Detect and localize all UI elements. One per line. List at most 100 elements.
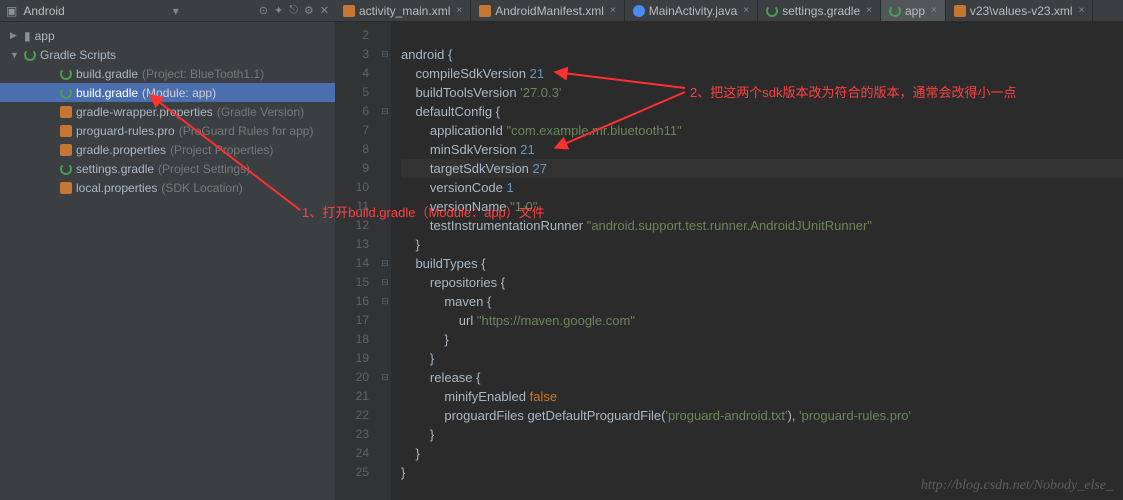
- tab-label: v23\values-v23.xml: [970, 4, 1073, 18]
- code-line[interactable]: applicationId "com.example.mr.bluetooth1…: [401, 121, 1123, 140]
- line-number: 24: [335, 444, 369, 463]
- fold-toggle[interactable]: ⊟: [379, 273, 391, 292]
- close-icon[interactable]: ×: [866, 5, 872, 16]
- close-icon[interactable]: ×: [610, 5, 616, 16]
- expand-arrow-icon[interactable]: ▼: [10, 50, 20, 60]
- code-line[interactable]: proguardFiles getDefaultProguardFile('pr…: [401, 406, 1123, 425]
- dropdown-icon[interactable]: ▾: [173, 4, 179, 18]
- folder-icon: ▮: [24, 29, 31, 43]
- close-icon[interactable]: ×: [456, 5, 462, 16]
- code-line[interactable]: android {: [401, 45, 1123, 64]
- prop-icon: [60, 182, 72, 194]
- fold-toggle: [379, 216, 391, 235]
- tab-label: app: [905, 4, 925, 18]
- tree-label: local.properties: [76, 181, 157, 195]
- close-icon[interactable]: ×: [743, 5, 749, 16]
- fold-toggle[interactable]: ⊟: [379, 45, 391, 64]
- code-line[interactable]: minifyEnabled false: [401, 387, 1123, 406]
- code-line[interactable]: versionCode 1: [401, 178, 1123, 197]
- editor-tab-4[interactable]: app ×: [881, 0, 946, 21]
- code-line[interactable]: maven {: [401, 292, 1123, 311]
- code-line[interactable]: }: [401, 425, 1123, 444]
- editor-tab-2[interactable]: MainActivity.java×: [625, 0, 758, 21]
- java-icon: [633, 5, 645, 17]
- line-number: 18: [335, 330, 369, 349]
- line-number: 13: [335, 235, 369, 254]
- code-line[interactable]: }: [401, 235, 1123, 254]
- fold-toggle: [379, 121, 391, 140]
- gradle-icon: [24, 49, 36, 61]
- editor-tab-5[interactable]: v23\values-v23.xml ×: [946, 0, 1094, 21]
- tree-item-1[interactable]: ▼Gradle Scripts: [0, 45, 335, 64]
- fold-toggle: [379, 178, 391, 197]
- line-number: 12: [335, 216, 369, 235]
- watermark: http://blog.csdn.net/Nobody_else_: [921, 478, 1113, 494]
- tree-item-4[interactable]: gradle-wrapper.properties (Gradle Versio…: [0, 102, 335, 121]
- editor-tab-0[interactable]: activity_main.xml×: [335, 0, 471, 21]
- tree-item-8[interactable]: local.properties (SDK Location): [0, 178, 335, 197]
- tree-label-dim: (SDK Location): [161, 181, 242, 195]
- code-line[interactable]: buildTypes {: [401, 254, 1123, 273]
- code-line[interactable]: [401, 26, 1123, 45]
- close-icon[interactable]: ×: [1079, 5, 1085, 16]
- gradle-icon: [60, 163, 72, 175]
- fold-toggle: [379, 349, 391, 368]
- code-area[interactable]: android { compileSdkVersion 21 buildTool…: [391, 22, 1123, 500]
- tab-label: AndroidManifest.xml: [495, 4, 604, 18]
- tool-action-2[interactable]: ✦: [274, 4, 283, 17]
- code-line[interactable]: defaultConfig {: [401, 102, 1123, 121]
- fold-toggle: [379, 330, 391, 349]
- code-line[interactable]: repositories {: [401, 273, 1123, 292]
- expand-arrow-icon[interactable]: ▶: [10, 30, 20, 41]
- line-number: 23: [335, 425, 369, 444]
- code-line[interactable]: release {: [401, 368, 1123, 387]
- tree-label: build.gradle: [76, 67, 138, 81]
- line-number: 19: [335, 349, 369, 368]
- gradle-icon: [60, 68, 72, 80]
- editor-tab-3[interactable]: settings.gradle×: [758, 0, 881, 21]
- code-line[interactable]: }: [401, 444, 1123, 463]
- line-number: 4: [335, 64, 369, 83]
- code-line[interactable]: buildToolsVersion '27.0.3': [401, 83, 1123, 102]
- code-line[interactable]: }: [401, 349, 1123, 368]
- code-editor[interactable]: 2345678910111213141516171819202122232425…: [335, 22, 1123, 500]
- line-number: 16: [335, 292, 369, 311]
- prop-icon: [60, 106, 72, 118]
- code-line[interactable]: testInstrumentationRunner "android.suppo…: [401, 216, 1123, 235]
- tree-label-dim: (Project: BlueTooth1.1): [142, 67, 264, 81]
- fold-toggle: [379, 26, 391, 45]
- code-line[interactable]: targetSdkVersion 27: [401, 159, 1123, 178]
- tool-window-actions: ⊙ ✦ ⎋ ⚙ ✕: [259, 4, 329, 17]
- tool-window-header[interactable]: ▣ Android ▾ ⊙ ✦ ⎋ ⚙ ✕: [0, 0, 335, 21]
- line-number: 8: [335, 140, 369, 159]
- tree-item-7[interactable]: settings.gradle (Project Settings): [0, 159, 335, 178]
- code-line[interactable]: minSdkVersion 21: [401, 140, 1123, 159]
- line-number: 22: [335, 406, 369, 425]
- tool-action-4[interactable]: ⚙: [304, 4, 314, 17]
- fold-toggle[interactable]: ⊟: [379, 254, 391, 273]
- fold-toggle: [379, 64, 391, 83]
- editor-tab-1[interactable]: AndroidManifest.xml ×: [471, 0, 625, 21]
- tree-item-6[interactable]: gradle.properties (Project Properties): [0, 140, 335, 159]
- tree-item-0[interactable]: ▶▮app: [0, 26, 335, 45]
- line-number: 9: [335, 159, 369, 178]
- code-line[interactable]: url "https://maven.google.com": [401, 311, 1123, 330]
- tool-action-hide[interactable]: ✕: [320, 4, 329, 17]
- gradle-icon: [889, 5, 901, 17]
- fold-toggle: [379, 406, 391, 425]
- fold-toggle[interactable]: ⊟: [379, 102, 391, 121]
- fold-toggle: [379, 463, 391, 482]
- code-line[interactable]: }: [401, 330, 1123, 349]
- tree-item-3[interactable]: build.gradle (Module: app): [0, 83, 335, 102]
- tool-action-1[interactable]: ⊙: [259, 4, 268, 17]
- code-line[interactable]: compileSdkVersion 21: [401, 64, 1123, 83]
- tree-label: build.gradle: [76, 86, 138, 100]
- fold-toggle[interactable]: ⊟: [379, 368, 391, 387]
- code-line[interactable]: versionName "1.0": [401, 197, 1123, 216]
- tool-action-3[interactable]: ⎋: [289, 4, 298, 17]
- fold-toggle[interactable]: ⊟: [379, 292, 391, 311]
- tree-item-5[interactable]: proguard-rules.pro (ProGuard Rules for a…: [0, 121, 335, 140]
- close-icon[interactable]: ×: [931, 5, 937, 16]
- line-number: 2: [335, 26, 369, 45]
- tree-item-2[interactable]: build.gradle (Project: BlueTooth1.1): [0, 64, 335, 83]
